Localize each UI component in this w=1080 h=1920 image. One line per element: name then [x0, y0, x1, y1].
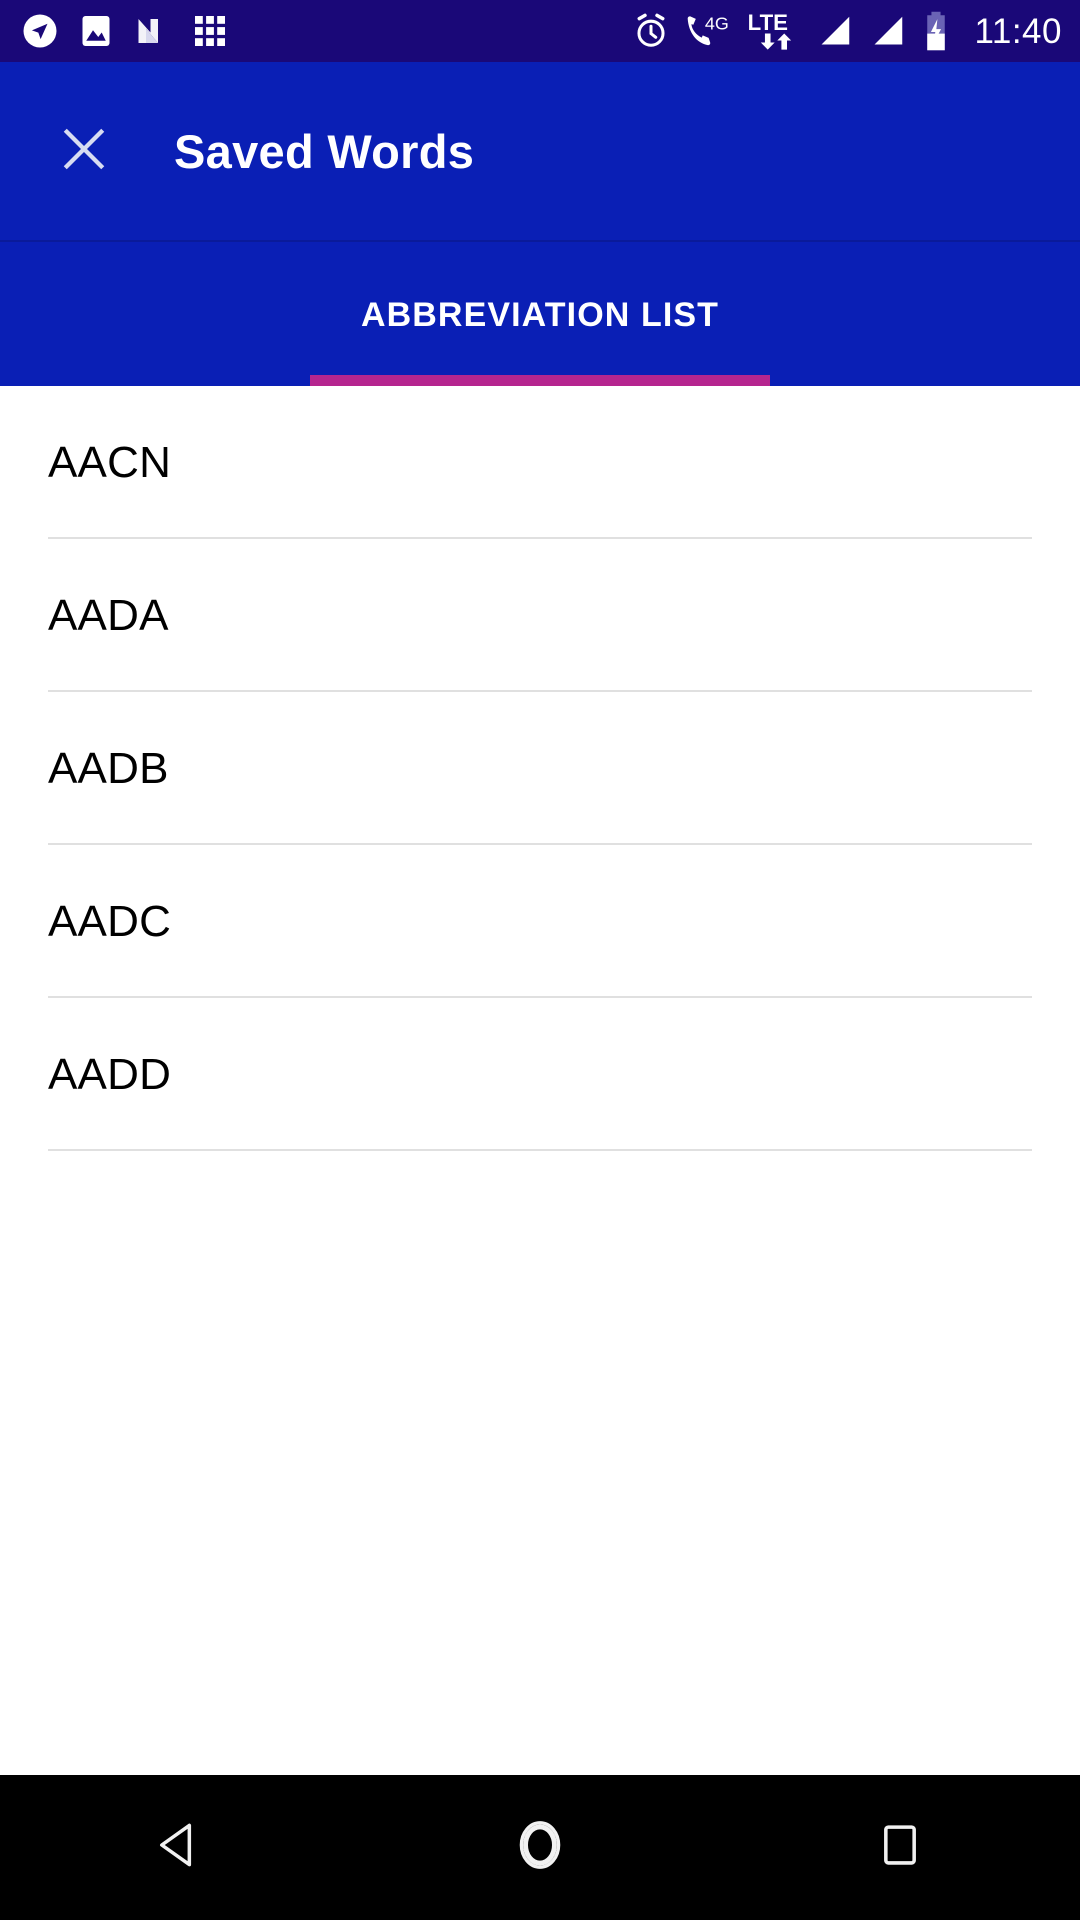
- list-item-label: AACN: [48, 437, 172, 487]
- list-item-label: AADB: [48, 743, 169, 793]
- tab-strip: ABBREVIATION LIST: [0, 240, 1080, 386]
- list-divider: [48, 1149, 1032, 1151]
- page-title: Saved Words: [174, 124, 475, 178]
- back-button[interactable]: [105, 1775, 255, 1920]
- photos-icon: [80, 13, 112, 49]
- status-bar-left-icons: [22, 13, 228, 49]
- tab-abbreviation-list[interactable]: ABBREVIATION LIST: [310, 242, 770, 388]
- status-bar-right-icons: 4G LTE 11:40: [632, 10, 1063, 52]
- list-item-label: AADC: [48, 896, 172, 946]
- status-bar-clock: 11:40: [974, 11, 1062, 51]
- signal-bars-2-icon: [868, 12, 908, 50]
- list-item[interactable]: AADB: [0, 692, 1080, 845]
- home-circle-icon: [509, 1814, 571, 1881]
- alarm-icon: [632, 12, 670, 50]
- phone-screen: 4G LTE 11:40 Saved Words ABBREVIATION LI…: [0, 0, 1080, 1920]
- list-item[interactable]: AADC: [0, 845, 1080, 998]
- home-button[interactable]: [465, 1775, 615, 1920]
- back-triangle-icon: [152, 1817, 208, 1878]
- battery-charging-icon: [921, 10, 951, 52]
- list-item[interactable]: AADD: [0, 998, 1080, 1151]
- svg-text:LTE: LTE: [747, 11, 787, 35]
- lte-icon: LTE: [746, 11, 802, 51]
- navigation-icon: [22, 13, 58, 49]
- saved-words-list[interactable]: AACN AADA AADB AADC AADD: [0, 386, 1080, 1775]
- list-item[interactable]: AACN: [0, 386, 1080, 539]
- apps-grid-icon: [192, 13, 228, 49]
- close-button[interactable]: [36, 103, 132, 199]
- call-4g-icon: 4G: [683, 12, 733, 50]
- signal-bars-1-icon: [815, 12, 855, 50]
- close-icon: [54, 119, 114, 184]
- tab-selected-indicator: [310, 375, 770, 386]
- recents-square-icon: [875, 1820, 925, 1875]
- svg-text:4G: 4G: [704, 13, 728, 33]
- system-navigation-bar: [0, 1775, 1080, 1920]
- status-bar: 4G LTE 11:40: [0, 0, 1080, 62]
- tab-label: ABBREVIATION LIST: [360, 295, 720, 334]
- list-item-label: AADD: [48, 1049, 172, 1099]
- list-item-label: AADA: [48, 590, 169, 640]
- android-n-icon: [134, 13, 170, 49]
- app-bar: Saved Words: [0, 62, 1080, 240]
- recents-button[interactable]: [825, 1775, 975, 1920]
- list-item[interactable]: AADA: [0, 539, 1080, 692]
